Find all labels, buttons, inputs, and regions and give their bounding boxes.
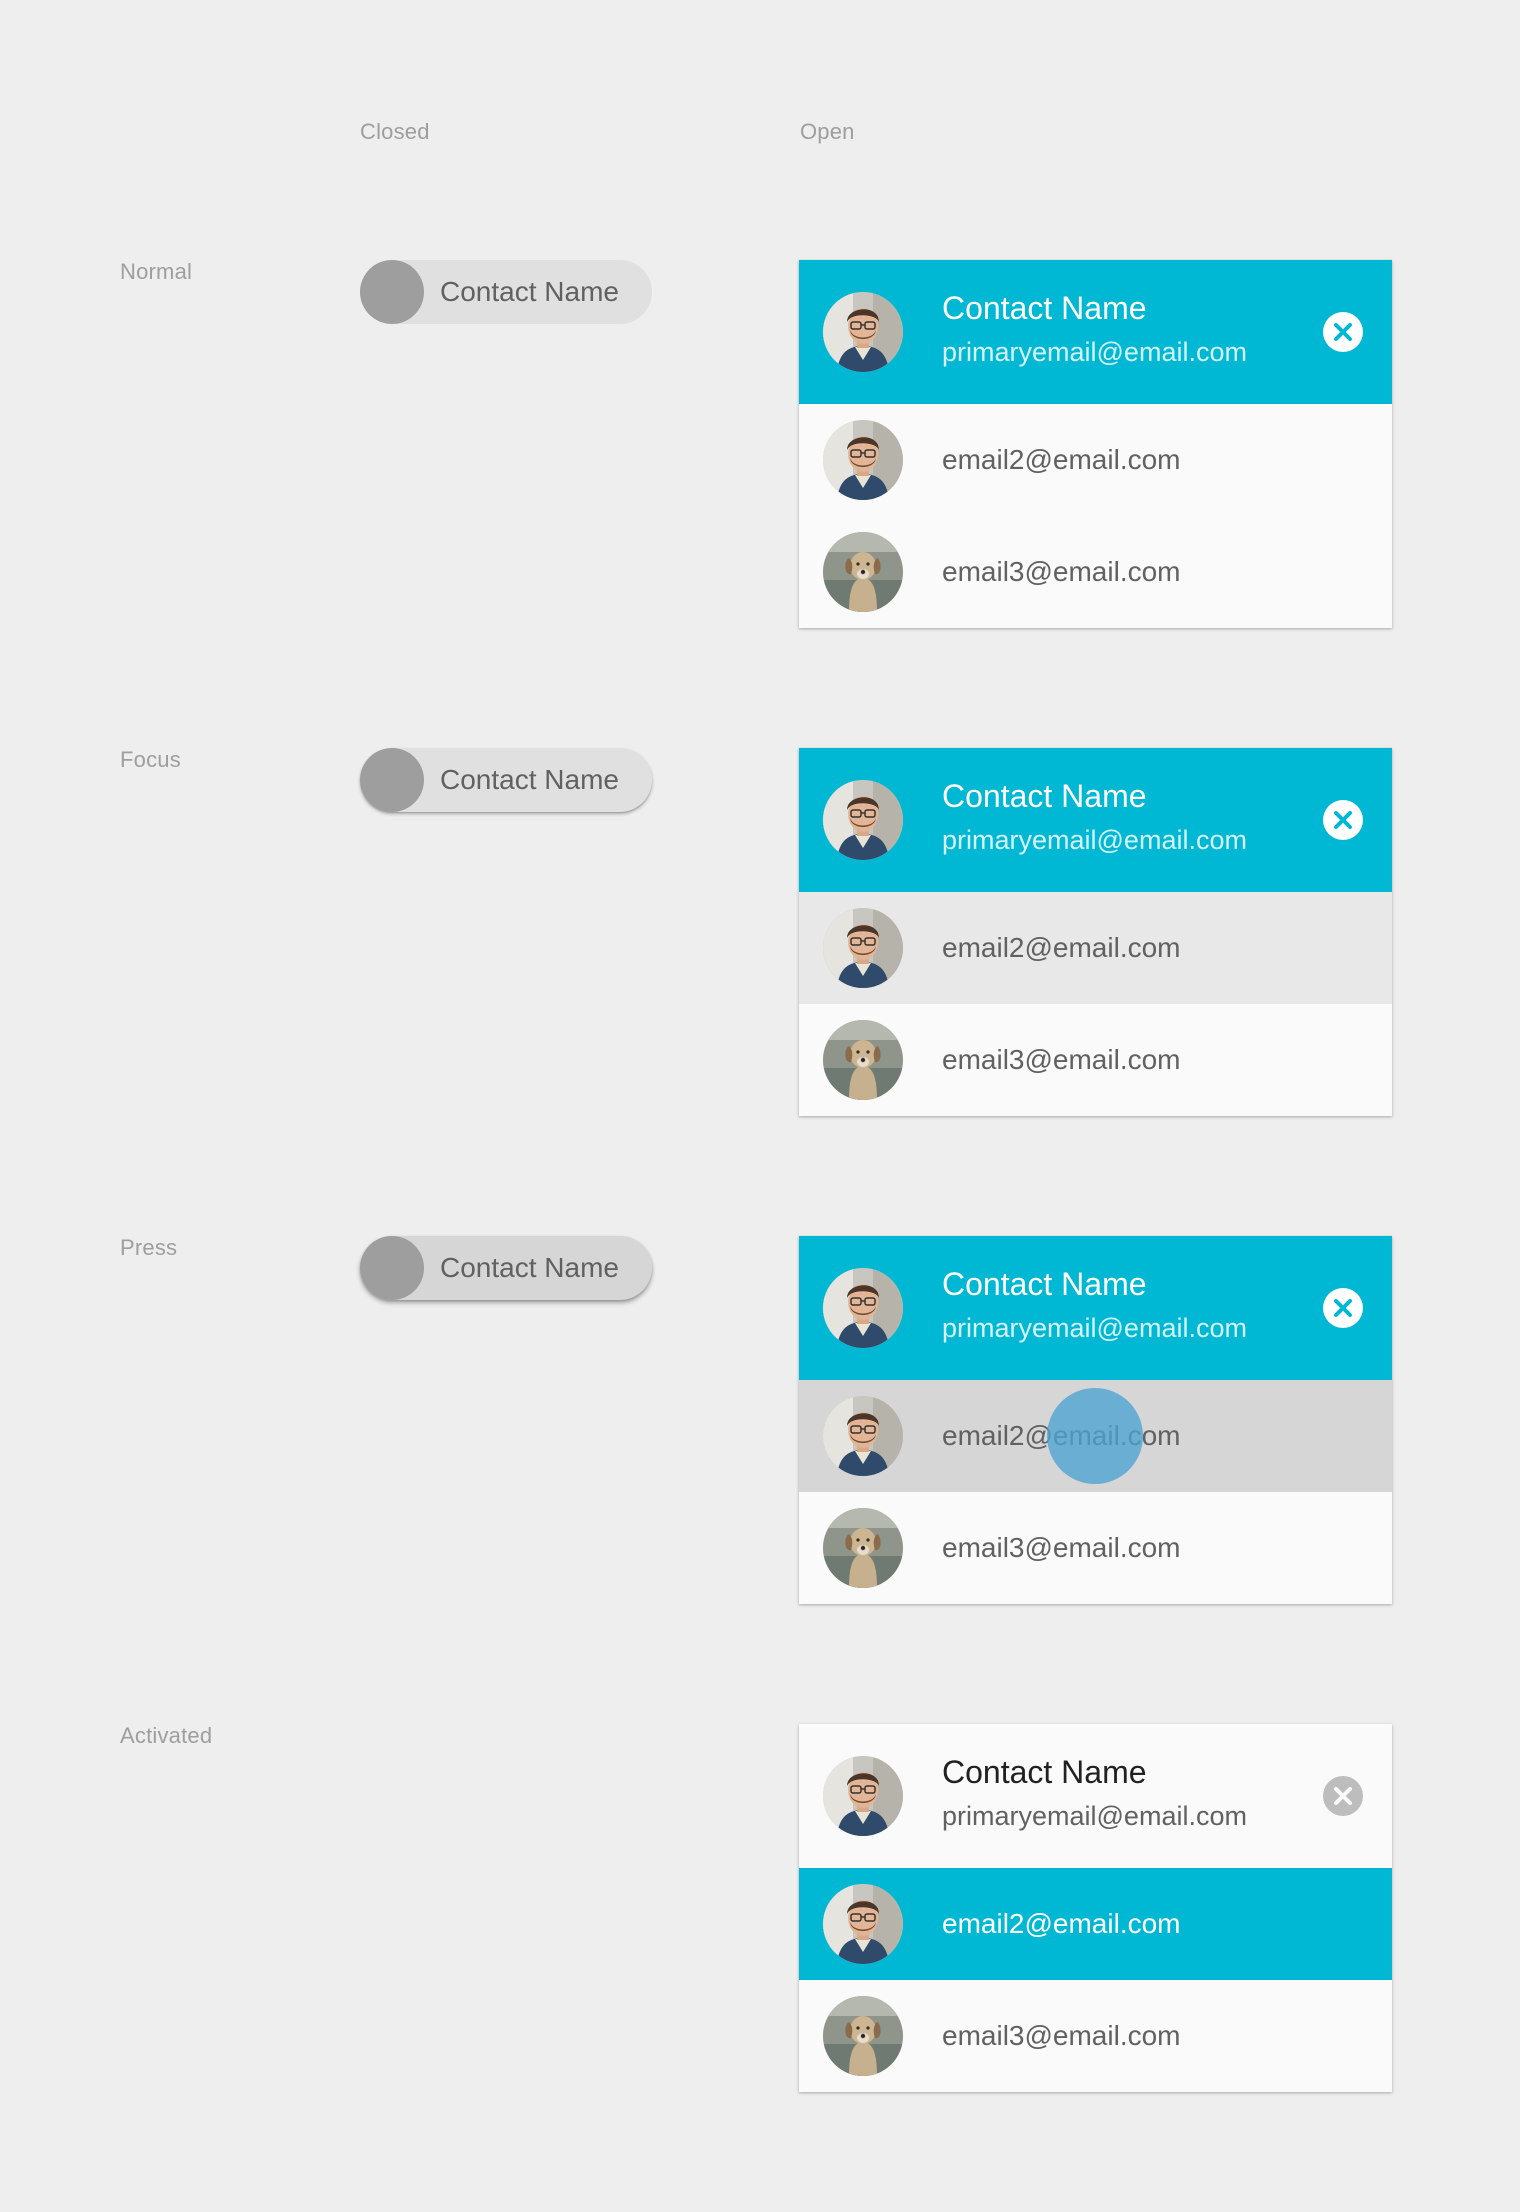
column-header-open: Open [800,119,855,144]
email-avatar [823,1020,903,1100]
email-option-pressed[interactable]: email2@email.com [799,1380,1392,1492]
contact-avatar [823,292,903,372]
row-label-focus: Focus [120,747,181,772]
email-avatar [823,1884,903,1964]
email-option-activated[interactable]: email2@email.com [799,1868,1392,1980]
row-label-activated: Activated [120,1723,213,1748]
email-option[interactable]: email3@email.com [799,1492,1392,1604]
chip-avatar [360,748,424,812]
contact-name: Contact Name [942,1754,1147,1790]
column-header-closed: Closed [360,119,430,144]
primary-email: primaryemail@email.com [942,1313,1247,1343]
chip-label: Contact Name [440,276,619,307]
contact-avatar [823,1268,903,1348]
chip-label: Contact Name [440,764,619,795]
primary-email: primaryemail@email.com [942,1801,1247,1831]
close-circle-icon[interactable] [1323,1776,1363,1816]
contact-card-focus: Contact Name primaryemail@email.com emai… [799,748,1392,1116]
email-address: email3@email.com [942,1044,1181,1075]
email-option[interactable]: email3@email.com [799,1980,1392,2092]
primary-email: primaryemail@email.com [942,825,1247,855]
email-address: email2@email.com [942,444,1181,475]
card-header: Contact Name primaryemail@email.com [799,1236,1392,1380]
contact-name: Contact Name [942,290,1147,326]
row-label-press: Press [120,1235,178,1260]
contact-avatar [823,780,903,860]
press-ripple [1047,1388,1143,1484]
close-circle-icon[interactable] [1323,312,1363,352]
email-avatar [823,1996,903,2076]
email-option[interactable]: email2@email.com [799,404,1392,516]
email-address: email3@email.com [942,1532,1181,1563]
chip-avatar [360,1236,424,1300]
email-option[interactable]: email3@email.com [799,1004,1392,1116]
contact-name: Contact Name [942,1266,1147,1302]
card-header: Contact Name primaryemail@email.com [799,260,1392,404]
email-avatar [823,1396,903,1476]
contact-chip-normal[interactable]: Contact Name [360,260,652,324]
close-circle-icon[interactable] [1323,800,1363,840]
email-avatar [823,1508,903,1588]
contact-card-activated: Contact Name primaryemail@email.com emai… [799,1724,1392,2092]
close-circle-icon[interactable] [1323,1288,1363,1328]
primary-email: primaryemail@email.com [942,337,1247,367]
email-option-focused[interactable]: email2@email.com [799,892,1392,1004]
contact-avatar [823,1756,903,1836]
chip-avatar [360,260,424,324]
email-option[interactable]: email3@email.com [799,516,1392,628]
email-avatar [823,420,903,500]
email-address: email2@email.com [942,1908,1181,1939]
email-avatar [823,532,903,612]
card-header: Contact Name primaryemail@email.com [799,748,1392,892]
email-address: email2@email.com [942,932,1181,963]
email-avatar [823,908,903,988]
contact-name: Contact Name [942,778,1147,814]
contact-chip-press[interactable]: Contact Name [360,1236,652,1300]
contact-chip-focus[interactable]: Contact Name [360,748,652,812]
contact-card-normal: Contact Name primaryemail@email.com emai… [799,260,1392,628]
email-address: email3@email.com [942,2020,1181,2051]
card-header: Contact Name primaryemail@email.com [799,1724,1392,1868]
chip-label: Contact Name [440,1252,619,1283]
email-address: email3@email.com [942,556,1181,587]
contact-card-press: Contact Name primaryemail@email.com emai… [799,1236,1392,1604]
row-label-normal: Normal [120,259,193,284]
